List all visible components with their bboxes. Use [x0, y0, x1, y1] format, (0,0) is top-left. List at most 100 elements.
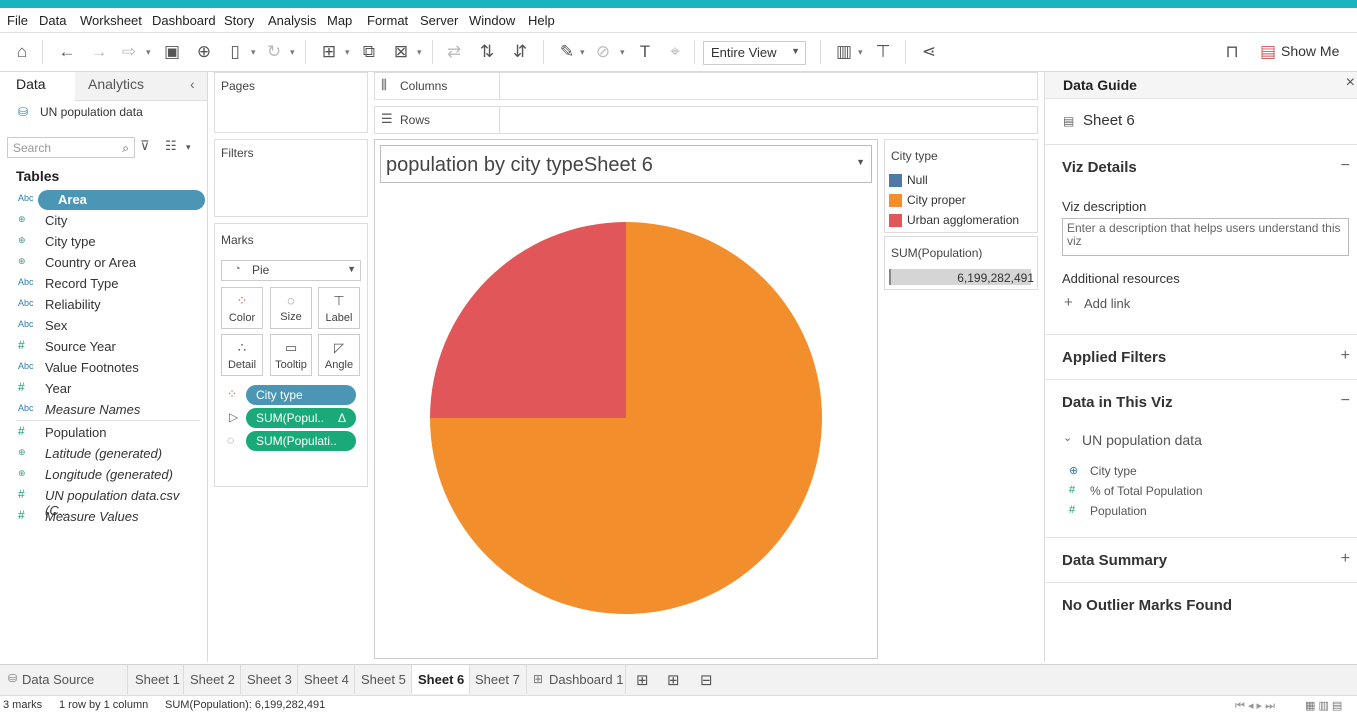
menu-file[interactable]: File — [7, 13, 28, 28]
menu-analysis[interactable]: Analysis — [268, 13, 316, 28]
sum-population-size-pill[interactable]: SUM(Populati.. — [246, 431, 356, 451]
menu-server[interactable]: Server — [420, 13, 458, 28]
refresh-icon[interactable]: ↻ — [263, 41, 285, 63]
add-link-button[interactable]: Add link — [1084, 296, 1130, 311]
plus-icon[interactable]: + — [1064, 294, 1073, 311]
highlight-icon[interactable]: ✎ — [556, 41, 578, 63]
view-options-icon[interactable]: ☷ — [165, 138, 177, 154]
data-in-viz-heading[interactable]: Data in This Viz — [1062, 394, 1173, 411]
angle-button[interactable]: ◸ Angle — [318, 334, 360, 376]
swap-rows-columns-icon[interactable]: ⇄ — [443, 41, 465, 63]
collapse-icon[interactable]: − — [1341, 157, 1350, 175]
expand-icon[interactable]: + — [1341, 550, 1350, 568]
field-record-type[interactable]: Abc Record Type — [18, 274, 205, 293]
viz-details-heading[interactable]: Viz Details — [1062, 159, 1137, 176]
first-page-icon[interactable]: ⏮ ◂ ▸ ⏭ — [1235, 699, 1275, 713]
group-caret-icon[interactable]: ▾ — [620, 41, 625, 63]
new-worksheet-caret-icon[interactable]: ▾ — [345, 41, 350, 63]
collapse-pane-icon[interactable]: ‹ — [190, 76, 195, 92]
tab-sheet-2[interactable]: Sheet 2 — [184, 665, 241, 694]
pause-updates-icon[interactable]: ▯ — [224, 41, 246, 63]
tab-sheet-6[interactable]: Sheet 6 — [412, 665, 470, 694]
duplicate-sheet-icon[interactable]: ⧉ — [358, 41, 380, 63]
menu-data[interactable]: Data — [39, 13, 66, 28]
mark-type-dropdown[interactable]: ◔ Pie ▼ — [221, 260, 361, 281]
fix-axes-icon[interactable]: ⌖ — [664, 41, 686, 63]
show-me-icon[interactable]: ▤ — [1257, 41, 1279, 63]
home-icon[interactable]: ⌂ — [11, 41, 33, 63]
detail-button[interactable]: ∴ Detail — [221, 334, 263, 376]
fit-dropdown[interactable]: Entire View ▼ — [703, 41, 806, 65]
tab-sheet-1[interactable]: Sheet 1 — [128, 665, 184, 694]
tab-data-source[interactable]: ⛁ Data Source — [0, 665, 128, 694]
menu-worksheet[interactable]: Worksheet — [80, 13, 142, 28]
field-un-population-data-csv-c[interactable]: # UN population data.csv (C... — [18, 486, 205, 518]
show-cards-caret-icon[interactable]: ▾ — [858, 41, 863, 63]
tab-sheet-4[interactable]: Sheet 4 — [298, 665, 355, 694]
replay-icon[interactable]: ⇨ — [118, 41, 140, 63]
group-members-icon[interactable]: ⊘ — [592, 41, 614, 63]
field-source-year[interactable]: # Source Year — [18, 337, 205, 356]
field-value-footnotes[interactable]: Abc Value Footnotes — [18, 358, 205, 377]
field-population[interactable]: # Population — [18, 423, 205, 442]
tab-dashboard-1[interactable]: ⊞ Dashboard 1 — [527, 665, 626, 694]
chevron-down-icon[interactable]: ▼ — [856, 157, 865, 167]
field-reliability[interactable]: Abc Reliability — [18, 295, 205, 314]
datasource-name[interactable]: UN population data — [40, 105, 143, 119]
menu-help[interactable]: Help — [528, 13, 555, 28]
refresh-caret-icon[interactable]: ▾ — [290, 41, 295, 63]
tab-analytics[interactable]: Analytics — [88, 76, 144, 92]
new-story-icon[interactable]: ⊟ — [700, 671, 713, 689]
menu-format[interactable]: Format — [367, 13, 408, 28]
columns-shelf[interactable]: ⫼ Columns — [374, 72, 1038, 100]
tab-sheet-7[interactable]: Sheet 7 — [470, 665, 527, 694]
collapse-icon[interactable]: − — [1341, 392, 1350, 410]
label-button[interactable]: ⊤ Label — [318, 287, 360, 329]
search-input[interactable]: Search ⌕ — [7, 137, 135, 158]
view-mode-icons[interactable]: ▦ ▥ ▤ — [1305, 699, 1342, 712]
tooltip-button[interactable]: ▭ Tooltip — [270, 334, 312, 376]
sum-population-angle-pill[interactable]: SUM(Popul.. Δ — [246, 408, 356, 428]
new-worksheet-icon[interactable]: ⊞ — [636, 671, 649, 689]
show-me-button[interactable]: Show Me — [1281, 43, 1339, 59]
field-sex[interactable]: Abc Sex — [18, 316, 205, 335]
applied-filters-heading[interactable]: Applied Filters — [1062, 349, 1166, 366]
tab-data[interactable]: Data — [16, 76, 46, 92]
pie-slice-urban-agglomeration[interactable] — [430, 222, 626, 418]
field-longitude-generated[interactable]: ⊕ Longitude (generated) — [18, 465, 205, 484]
field-city-type[interactable]: ⊕ City type — [18, 232, 205, 251]
view-options-caret-icon[interactable]: ▾ — [186, 142, 191, 153]
expand-icon[interactable]: + — [1341, 347, 1350, 365]
format-painter-icon[interactable]: ⊓ — [1221, 41, 1243, 63]
sort-ascending-icon[interactable]: ⇅ — [476, 41, 498, 63]
field-measure-names[interactable]: Abc Measure Names — [18, 400, 205, 419]
data-summary-heading[interactable]: Data Summary — [1062, 552, 1167, 569]
tab-sheet-3[interactable]: Sheet 3 — [241, 665, 298, 694]
sort-descending-icon[interactable]: ⇵ — [509, 41, 531, 63]
field-latitude-generated[interactable]: ⊕ Latitude (generated) — [18, 444, 205, 463]
clear-sheet-icon[interactable]: ⊠ — [390, 41, 412, 63]
field-country-or-area[interactable]: ⊕ Country or Area — [18, 253, 205, 272]
redo-icon[interactable]: → — [88, 41, 110, 63]
field-year[interactable]: # Year — [18, 379, 205, 398]
color-button[interactable]: ⁘ Color — [221, 287, 263, 329]
menu-dashboard[interactable]: Dashboard — [152, 13, 216, 28]
filters-shelf[interactable]: Filters — [214, 139, 368, 217]
tab-sheet-5[interactable]: Sheet 5 — [355, 665, 412, 694]
field-area[interactable]: Abc Area — [18, 190, 205, 209]
undo-icon[interactable]: ← — [56, 41, 78, 63]
highlight-caret-icon[interactable]: ▾ — [580, 41, 585, 63]
city-type-pill[interactable]: City type — [246, 385, 356, 405]
pause-caret-icon[interactable]: ▾ — [251, 41, 256, 63]
clear-caret-icon[interactable]: ▾ — [417, 41, 422, 63]
new-worksheet-icon[interactable]: ⊞ — [318, 41, 340, 63]
size-button[interactable]: ◌ Size — [270, 287, 312, 329]
rows-shelf[interactable]: ☰ Rows — [374, 106, 1038, 134]
field-measure-values[interactable]: # Measure Values — [18, 507, 205, 526]
field-city[interactable]: ⊕ City — [18, 211, 205, 230]
presentation-mode-icon[interactable]: ⊤ — [872, 41, 894, 63]
menu-map[interactable]: Map — [327, 13, 352, 28]
new-datasource-icon[interactable]: ⊕ — [193, 41, 215, 63]
pages-shelf[interactable]: Pages — [214, 72, 368, 133]
new-dashboard-icon[interactable]: ⊞ — [667, 671, 680, 689]
